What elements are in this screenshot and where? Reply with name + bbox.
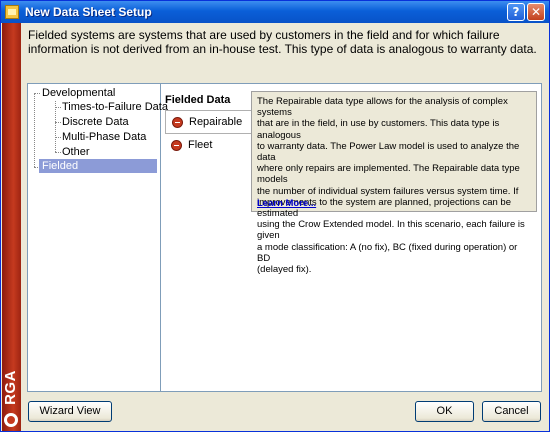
brand-logo-icon bbox=[4, 413, 18, 427]
info-line: that are in the field, in use by custome… bbox=[257, 118, 500, 141]
tree-connector bbox=[55, 122, 61, 123]
tree-connector bbox=[55, 152, 61, 153]
learn-more-link[interactable]: Learn More... bbox=[257, 198, 316, 209]
info-line: the number of individual system failures… bbox=[257, 185, 519, 197]
tree-connector bbox=[55, 107, 61, 108]
title-bar[interactable]: New Data Sheet Setup ? ✕ bbox=[1, 1, 549, 23]
repairable-icon bbox=[172, 117, 183, 128]
window-title: New Data Sheet Setup bbox=[25, 5, 152, 19]
info-line: using the Crow Extended model. In this s… bbox=[257, 219, 525, 242]
tree-item-fielded-label: Fielded bbox=[42, 160, 79, 172]
wizard-view-button[interactable]: Wizard View bbox=[28, 401, 112, 422]
data-type-tree: Developmental Times-to-Failure Data Disc… bbox=[28, 84, 168, 391]
data-type-description: Fielded systems are systems that are use… bbox=[28, 28, 537, 56]
tree-item-other[interactable]: Other bbox=[62, 146, 90, 158]
fielded-data-header: Fielded Data bbox=[165, 94, 231, 106]
tree-item-developmental[interactable]: Developmental bbox=[42, 87, 115, 99]
info-line: to warranty data. The Power Law model is… bbox=[257, 140, 520, 164]
info-line: (delayed fix). bbox=[257, 264, 312, 276]
tree-item-times-to-failure[interactable]: Times-to-Failure Data bbox=[62, 101, 168, 113]
info-line: a mode classification: A (no fix), BC (f… bbox=[257, 241, 518, 264]
close-button[interactable]: ✕ bbox=[527, 3, 545, 21]
tree-connector bbox=[34, 93, 40, 94]
tree-connector bbox=[34, 93, 35, 167]
brand-label: RGA bbox=[1, 370, 19, 405]
dialog-window: New Data Sheet Setup ? ✕ RGA Fielded sys… bbox=[0, 0, 550, 432]
tree-connector bbox=[55, 137, 61, 138]
info-line: The Repairable data type allows for the … bbox=[257, 96, 508, 119]
type-info-box: The Repairable data type allows for the … bbox=[251, 91, 537, 275]
brand-sidebar: RGA bbox=[2, 23, 21, 431]
selection-panel: Developmental Times-to-Failure Data Disc… bbox=[27, 83, 542, 392]
ok-button[interactable]: OK bbox=[415, 401, 474, 422]
fleet-icon bbox=[171, 140, 182, 151]
type-label: Fleet bbox=[188, 139, 213, 151]
type-label: Repairable bbox=[189, 116, 243, 128]
cancel-button[interactable]: Cancel bbox=[482, 401, 541, 422]
info-line: where only repairs are implemented. The … bbox=[257, 163, 520, 186]
tree-item-discrete[interactable]: Discrete Data bbox=[62, 116, 129, 128]
type-item-fleet[interactable]: Fleet bbox=[165, 134, 251, 158]
tree-item-fielded[interactable]: Fielded bbox=[39, 159, 157, 173]
tree-connector bbox=[55, 101, 56, 152]
data-sheet-icon bbox=[5, 5, 19, 19]
tree-item-multi-phase[interactable]: Multi-Phase Data bbox=[62, 131, 146, 143]
type-item-repairable[interactable]: Repairable bbox=[165, 110, 251, 134]
help-button[interactable]: ? bbox=[507, 3, 525, 21]
type-info-text: The Repairable data type allows for the … bbox=[257, 96, 533, 275]
